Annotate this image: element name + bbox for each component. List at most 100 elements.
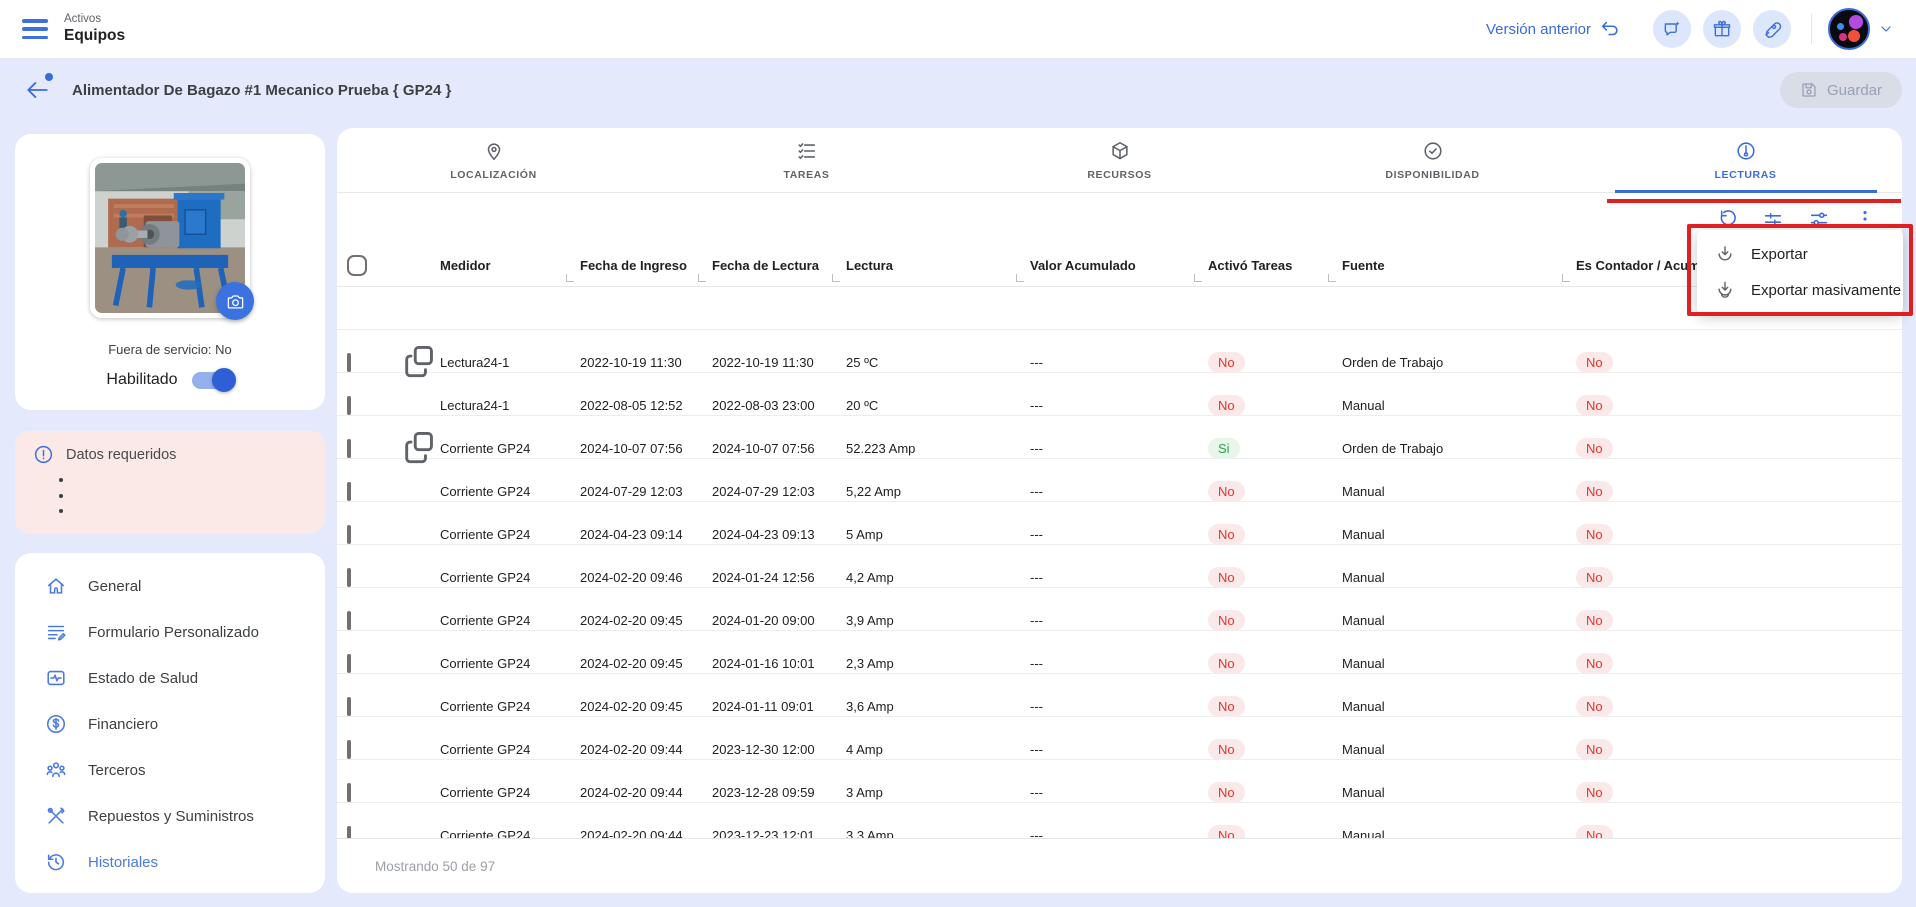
row-checkbox[interactable]: [347, 697, 351, 716]
more-options-button[interactable]: [1854, 208, 1876, 230]
cell-fecha-lectura: 2024-04-23 09:13: [712, 527, 846, 542]
alert-icon: [33, 444, 54, 465]
row-checkbox[interactable]: [347, 439, 351, 458]
sidebar-item[interactable]: Terceros: [15, 747, 325, 793]
cell-fecha-lectura: 2024-07-29 12:03: [712, 484, 846, 499]
required-data-item: [73, 472, 311, 488]
save-button[interactable]: Guardar: [1780, 72, 1902, 108]
row-checkbox[interactable]: [347, 783, 351, 802]
column-header-lectura[interactable]: Lectura: [846, 245, 1030, 286]
cell-valor-acumulado: ---: [1030, 656, 1208, 671]
cell-lectura: 3,9 Amp: [846, 613, 1030, 628]
tab-icon: [796, 140, 818, 162]
row-checkbox[interactable]: [347, 740, 351, 759]
column-header-medidor[interactable]: Medidor: [440, 245, 580, 286]
cell-lectura: 5,22 Amp: [846, 484, 1030, 499]
sidebar-item-icon: [45, 805, 67, 827]
tab-label: RECURSOS: [1087, 169, 1151, 181]
previous-version-link[interactable]: Versión anterior: [1486, 18, 1621, 40]
cell-es-contador-badge: No: [1576, 438, 1613, 459]
cell-medidor: Corriente GP24: [440, 484, 580, 499]
avatar[interactable]: [1828, 8, 1870, 50]
column-header-fecha-ingreso[interactable]: Fecha de Ingreso: [580, 245, 712, 286]
tab[interactable]: LECTURAS: [1589, 128, 1902, 192]
cell-es-contador-badge: No: [1576, 610, 1613, 631]
cell-fecha-lectura: 2023-12-23 12:01: [712, 828, 846, 839]
row-checkbox[interactable]: [347, 826, 351, 839]
sidebar-item[interactable]: Historiales: [15, 839, 325, 885]
tab[interactable]: DISPONIBILIDAD: [1276, 128, 1589, 192]
cell-fecha-ingreso: 2024-02-20 09:44: [580, 828, 712, 839]
cell-fuente: Orden de Trabajo: [1342, 441, 1576, 456]
cell-fecha-ingreso: 2022-10-19 11:30: [580, 355, 712, 370]
cell-fecha-lectura: 2022-10-19 11:30: [712, 355, 846, 370]
asset-nav: General Formulario Personalizado Estado …: [15, 553, 325, 893]
menu-icon[interactable]: [22, 19, 48, 39]
sidebar-item[interactable]: Estado de Salud: [15, 655, 325, 701]
change-photo-button[interactable]: [216, 282, 254, 320]
launcher-button[interactable]: [1753, 10, 1791, 48]
sidebar-item[interactable]: Formulario Personalizado: [15, 609, 325, 655]
tab[interactable]: LOCALIZACIÓN: [337, 128, 650, 192]
column-header-fecha-lectura[interactable]: Fecha de Lectura: [712, 245, 846, 286]
export-menu-item[interactable]: Exportar masivamente: [1697, 272, 1903, 308]
select-all-checkbox[interactable]: [347, 255, 367, 276]
cell-valor-acumulado: ---: [1030, 441, 1208, 456]
whats-new-button[interactable]: [1703, 10, 1741, 48]
cell-medidor: Lectura24-1: [440, 355, 580, 370]
cell-lectura: 5 Amp: [846, 527, 1030, 542]
asset-summary-card: Fuera de servicio: No Habilitado: [15, 134, 325, 410]
sidebar-item-label: Estado de Salud: [88, 670, 198, 687]
row-checkbox[interactable]: [347, 482, 351, 501]
cell-fuente: Manual: [1342, 570, 1576, 585]
row-checkbox[interactable]: [347, 396, 351, 415]
column-header-valor-acumulado[interactable]: Valor Acumulado: [1030, 245, 1208, 286]
download-icon: [1715, 244, 1735, 264]
chat-sparkle-icon: [1662, 19, 1682, 39]
cell-medidor: Lectura24-1: [440, 398, 580, 413]
cell-medidor: Corriente GP24: [440, 699, 580, 714]
cell-es-contador-badge: No: [1576, 352, 1613, 373]
row-checkbox[interactable]: [347, 654, 351, 673]
sidebar-item[interactable]: General: [15, 563, 325, 609]
assistant-button[interactable]: [1653, 10, 1691, 48]
columns-settings-button[interactable]: [1808, 208, 1830, 230]
refresh-button[interactable]: [1716, 208, 1738, 230]
cell-medidor: Corriente GP24: [440, 828, 580, 839]
chevron-down-icon[interactable]: [1878, 21, 1894, 37]
cell-lectura: 3,3 Amp: [846, 828, 1030, 839]
back-button[interactable]: [24, 77, 50, 103]
required-data-alert: Datos requeridos: [15, 431, 325, 533]
row-checkbox[interactable]: [347, 568, 351, 587]
cell-es-contador-badge: No: [1576, 696, 1613, 717]
cell-fecha-lectura: 2024-01-16 10:01: [712, 656, 846, 671]
save-button-label: Guardar: [1827, 82, 1882, 99]
tab[interactable]: TAREAS: [650, 128, 963, 192]
cell-fecha-ingreso: 2024-02-20 09:44: [580, 785, 712, 800]
top-app-bar: Activos Equipos Versión anterior: [0, 0, 1916, 58]
cell-medidor: Corriente GP24: [440, 785, 580, 800]
cell-lectura: 4 Amp: [846, 742, 1030, 757]
tab[interactable]: RECURSOS: [963, 128, 1276, 192]
sidebar-item[interactable]: Repuestos y Suministros: [15, 793, 325, 839]
table-row[interactable]: Lectura24-1 2022-10-19 11:30 2022-10-19 …: [337, 287, 1902, 330]
export-menu-item[interactable]: Exportar: [1697, 236, 1903, 272]
tab-label: TAREAS: [784, 169, 830, 181]
tab-label: DISPONIBILIDAD: [1385, 169, 1479, 181]
sidebar-item-icon: [45, 621, 67, 643]
row-checkbox[interactable]: [347, 525, 351, 544]
column-header-activo-tareas[interactable]: Activó Tareas: [1208, 245, 1342, 286]
column-header-fuente[interactable]: Fuente: [1342, 245, 1576, 286]
row-checkbox[interactable]: [347, 353, 351, 372]
enabled-toggle[interactable]: [192, 372, 234, 389]
cell-fuente: Manual: [1342, 484, 1576, 499]
required-data-item: [73, 488, 311, 504]
enabled-label: Habilitado: [106, 371, 177, 389]
cell-fuente: Manual: [1342, 527, 1576, 542]
row-checkbox[interactable]: [347, 611, 351, 630]
cell-valor-acumulado: ---: [1030, 699, 1208, 714]
cell-lectura: 52.223 Amp: [846, 441, 1030, 456]
cell-fuente: Manual: [1342, 828, 1576, 839]
filter-button[interactable]: [1762, 208, 1784, 230]
sidebar-item[interactable]: Financiero: [15, 701, 325, 747]
